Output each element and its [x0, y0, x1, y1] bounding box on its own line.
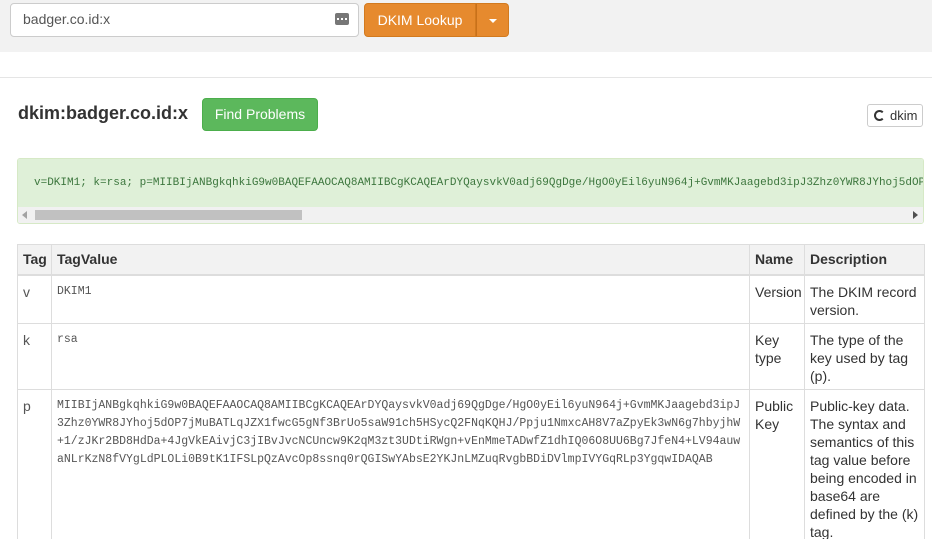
- cell-description: Public-key data. The syntax and semantic…: [804, 388, 925, 539]
- cell-description: The DKIM record version.: [804, 274, 925, 324]
- caret-down-icon: [489, 19, 497, 23]
- dkim-button-label: dkim: [890, 108, 918, 123]
- cell-tag: k: [17, 322, 52, 390]
- cell-tag: v: [17, 274, 52, 324]
- table-row: p MIIBIjANBgkqhkiG9w0BAQEFAAOCAQ8AMIIBCg…: [17, 388, 925, 539]
- cell-tagvalue: DKIM1: [51, 274, 750, 324]
- lookup-dropdown-toggle[interactable]: [476, 3, 509, 37]
- cell-name: Key type: [749, 322, 805, 390]
- scroll-right-arrow-icon[interactable]: [913, 211, 918, 219]
- column-header-tag: Tag: [17, 244, 52, 276]
- dkim-refresh-button[interactable]: dkim: [867, 104, 923, 127]
- refresh-icon: [874, 110, 885, 121]
- cell-tagvalue: rsa: [51, 322, 750, 390]
- search-box[interactable]: [10, 3, 359, 37]
- dkim-record-box: v=DKIM1; k=rsa; p=MIIBIjANBgkqhkiG9w0BAQ…: [17, 158, 924, 224]
- page-title: dkim:badger.co.id:x: [18, 103, 189, 123]
- record-text: v=DKIM1; k=rsa; p=MIIBIjANBgkqhkiG9w0BAQ…: [34, 177, 924, 189]
- horizontal-scrollbar[interactable]: [18, 207, 923, 223]
- divider: [0, 77, 932, 78]
- cell-name: Version: [749, 274, 805, 324]
- cell-description: The type of the key used by tag (p).: [804, 322, 925, 390]
- column-header-name: Name: [749, 244, 805, 276]
- cell-tagvalue: MIIBIjANBgkqhkiG9w0BAQEFAAOCAQ8AMIIBCgKC…: [51, 388, 750, 539]
- search-input[interactable]: [23, 11, 323, 27]
- scroll-thumb[interactable]: [35, 210, 302, 220]
- tag-table: Tag TagValue Name Description v DKIM1 Ve…: [17, 244, 925, 539]
- top-toolbar: DKIM Lookup: [0, 0, 932, 52]
- table-row: k rsa Key type The type of the key used …: [17, 322, 925, 390]
- dkim-lookup-button[interactable]: DKIM Lookup: [364, 3, 476, 37]
- find-problems-button[interactable]: Find Problems: [202, 98, 318, 131]
- scroll-left-arrow-icon[interactable]: [22, 211, 27, 219]
- table-header-row: Tag TagValue Name Description: [17, 244, 925, 276]
- cell-name: Public Key: [749, 388, 805, 539]
- table-row: v DKIM1 Version The DKIM record version.: [17, 274, 925, 324]
- keyboard-icon[interactable]: [335, 13, 349, 25]
- column-header-tagvalue: TagValue: [51, 244, 750, 276]
- cell-tag: p: [17, 388, 52, 539]
- column-header-description: Description: [804, 244, 925, 276]
- record-panel: v=DKIM1; k=rsa; p=MIIBIjANBgkqhkiG9w0BAQ…: [18, 159, 923, 207]
